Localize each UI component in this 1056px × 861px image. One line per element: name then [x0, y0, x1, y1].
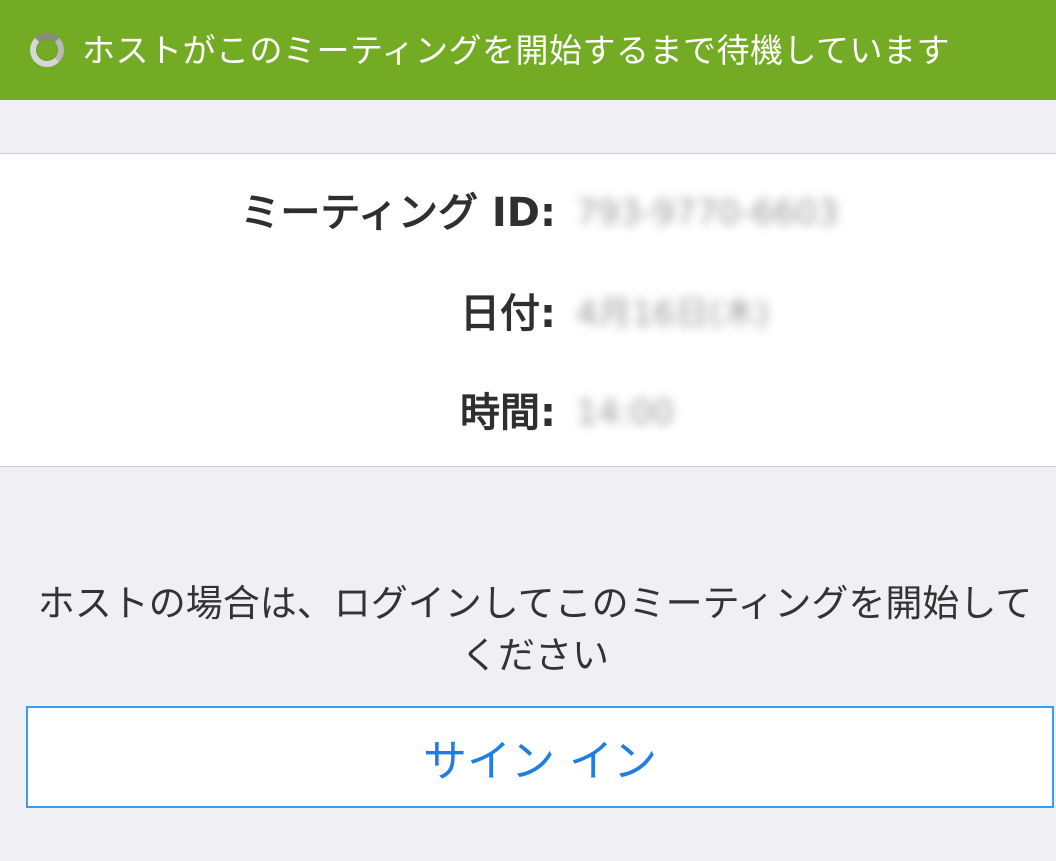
date-row: 日付: 4月16日(木)	[0, 284, 1056, 344]
sign-in-button[interactable]: サイン イン	[26, 706, 1054, 808]
meeting-id-value: 793-9770-6603	[576, 193, 839, 233]
date-label: 日付:	[460, 291, 556, 337]
meeting-id-label: ミーティング ID:	[240, 190, 556, 236]
waiting-status-banner: ホストがこのミーティングを開始するまで待機しています	[0, 0, 1056, 100]
time-row: 時間: 14:00	[0, 383, 1056, 443]
date-value: 4月16日(木)	[576, 294, 770, 334]
time-label: 時間:	[460, 390, 556, 436]
loading-spinner-icon	[30, 33, 64, 67]
waiting-status-text: ホストがこのミーティングを開始するまで待機しています	[82, 30, 951, 70]
host-login-message: ホストの場合は、ログインしてこのミーティングを開始してください	[37, 582, 1033, 677]
meeting-info-panel: ミーティング ID: 793-9770-6603 日付: 4月16日(木) 時間…	[0, 153, 1056, 467]
time-value: 14:00	[576, 393, 674, 433]
meeting-id-row: ミーティング ID: 793-9770-6603	[0, 183, 1056, 243]
